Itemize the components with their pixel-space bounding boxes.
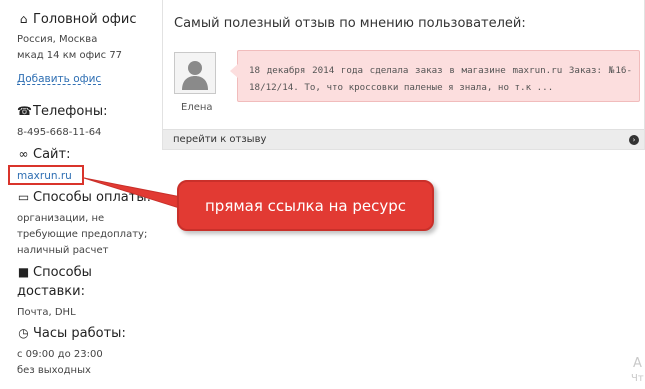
corner-text-1: А — [633, 356, 642, 371]
callout-text: прямая ссылка на ресурс — [204, 196, 406, 215]
corner-text-2: Чт — [631, 373, 644, 384]
annotation-callout: прямая ссылка на ресурс — [177, 180, 434, 231]
